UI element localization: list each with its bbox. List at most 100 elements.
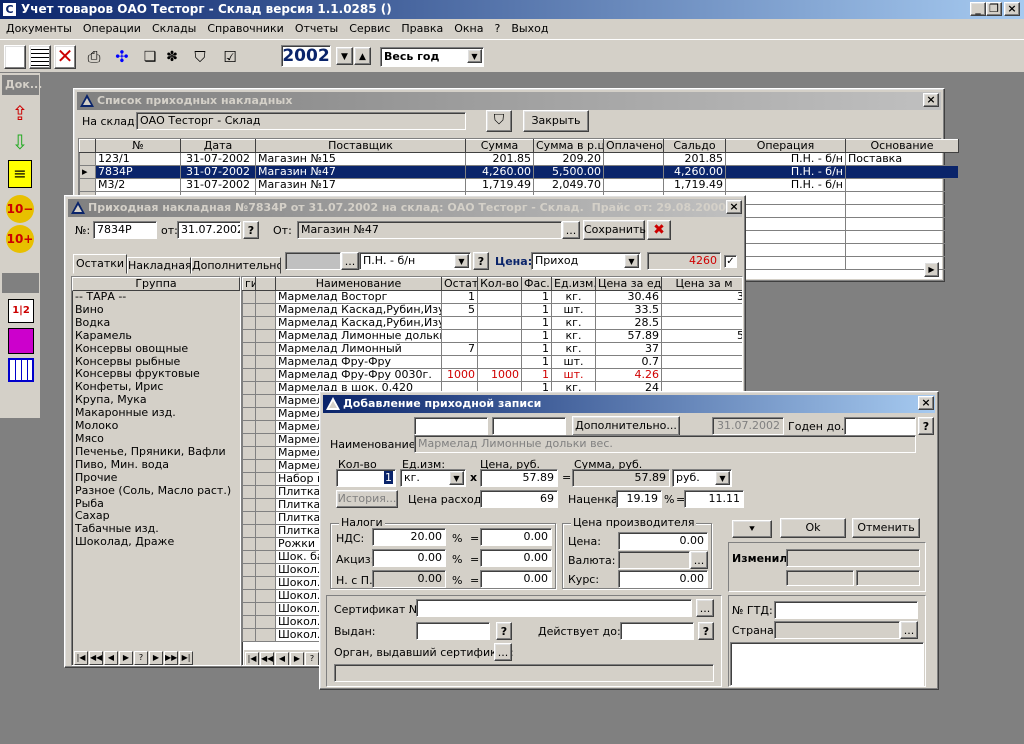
price-type-select[interactable]: Приход ▼ <box>531 252 641 270</box>
list-item[interactable]: -- ТАРА -- <box>75 290 240 304</box>
menu-item-6[interactable]: Правка <box>401 22 443 35</box>
close-app-button[interactable]: × <box>1004 2 1020 16</box>
chevron-down-icon[interactable]: ▼ <box>449 471 464 485</box>
save-button[interactable]: Сохранить <box>583 220 646 240</box>
blank-browse-button[interactable]: ... <box>341 252 359 270</box>
incoming-icon[interactable]: ⇪ <box>6 101 34 127</box>
calendar-icon[interactable] <box>8 358 34 382</box>
column-header[interactable]: Цена за ед. <box>595 277 662 291</box>
nav-button-icon[interactable]: ◀ <box>275 652 289 665</box>
ok-button[interactable]: Ok <box>780 518 846 538</box>
app-icon[interactable]: C <box>2 2 17 17</box>
year-field[interactable]: 2002 <box>281 45 331 67</box>
filter-icon[interactable]: ⛉ <box>190 48 210 66</box>
organ-browse-button[interactable]: ... <box>494 643 512 661</box>
nav-button-icon[interactable]: ◀◀ <box>260 652 274 665</box>
close-icon[interactable]: × <box>918 396 934 410</box>
column-header[interactable]: Дата <box>180 139 256 153</box>
table-row[interactable]: М3/2 31-07-2002 Магазин №17 1,719.49 2,049.7… <box>79 178 959 192</box>
rate-field[interactable]: 0.00 <box>618 570 708 588</box>
warehouse-field[interactable]: ОАО Тесторг - Склад <box>136 112 466 130</box>
list-item[interactable]: Мясо <box>75 432 240 446</box>
column-header[interactable]: ги <box>242 277 256 291</box>
cert-field[interactable] <box>416 599 692 617</box>
copy-icon[interactable]: ❏ <box>140 48 160 66</box>
expand-button[interactable]: ⯆ <box>732 520 772 538</box>
outgoing-icon[interactable]: ⇩ <box>6 130 34 156</box>
valid-until-field[interactable] <box>844 417 916 435</box>
column-header[interactable]: № <box>95 139 181 153</box>
invoice-date-field[interactable]: 31.07.2002 <box>177 221 241 239</box>
menu-item-3[interactable]: Справочники <box>207 22 283 35</box>
nav-button-icon[interactable]: ▶ <box>290 652 304 665</box>
table-row[interactable]: Мармелад Восторг11кг.30.463 <box>242 290 742 304</box>
table-row[interactable]: Мармелад Каскад,Рубин,Изумруд 1кг.28.5 <box>242 316 742 330</box>
notes-field[interactable] <box>730 642 924 686</box>
table-row[interactable]: ▸ 7834Р 31-07-2002 Магазин №47 4,260.00 5,500… <box>79 165 959 179</box>
nav-button-icon[interactable]: ▶| <box>179 651 193 665</box>
currency-select[interactable]: руб. ▼ <box>672 469 732 487</box>
coins-minus-icon[interactable]: 10− <box>6 195 34 223</box>
list-item[interactable]: Пиво, Мин. вода <box>75 458 240 472</box>
more-button[interactable]: Дополнительно... <box>572 416 680 436</box>
menu-item-0[interactable]: Документы <box>6 22 72 35</box>
list-item[interactable]: Печенье, Пряники, Вафли <box>75 445 240 459</box>
total-checkbox[interactable]: ✓ <box>724 255 737 268</box>
operation-select[interactable]: П.Н. - б/н ▼ <box>359 252 471 270</box>
nav-button-icon[interactable]: |◀ <box>245 652 259 665</box>
issued-help-button[interactable]: ? <box>496 622 512 640</box>
cert-valid-until-field[interactable] <box>620 622 694 640</box>
list-item[interactable]: Карамель <box>75 329 240 343</box>
close-icon[interactable]: × <box>923 93 939 107</box>
cancel-invoice-icon[interactable]: ✖ <box>647 220 671 240</box>
table-row[interactable]: Мармелад Фру-Фру 1 шт. 0.7 <box>242 355 742 369</box>
code-field-1[interactable] <box>414 417 488 435</box>
cert-browse-button[interactable]: ... <box>696 599 714 617</box>
price-field[interactable]: 57.89 <box>480 469 558 487</box>
list-item[interactable]: Водка <box>75 316 240 330</box>
list-item[interactable]: Прочие <box>75 471 240 485</box>
excise-field[interactable]: 0.00 <box>372 549 446 567</box>
unit-select[interactable]: кг. ▼ <box>400 469 466 487</box>
chevron-down-icon[interactable]: ▼ <box>454 254 469 268</box>
book-icon[interactable] <box>8 328 34 354</box>
organ-field[interactable] <box>334 664 714 682</box>
year-up-button[interactable]: ▲ <box>354 47 371 65</box>
delete-doc-icon[interactable]: ✕ <box>54 45 76 69</box>
list-item[interactable]: Вино <box>75 303 240 317</box>
menu-item-9[interactable]: Выход <box>511 22 548 35</box>
menu-item-4[interactable]: Отчеты <box>295 22 338 35</box>
restore-button[interactable]: ❐ <box>986 2 1002 16</box>
column-header[interactable]: Поставщик <box>255 139 466 153</box>
period-select[interactable]: Весь год ▼ <box>380 47 484 67</box>
menu-item-2[interactable]: Склады <box>152 22 196 35</box>
scroll-right-button[interactable]: ▶ <box>924 262 939 277</box>
markup-field[interactable]: 19.19 <box>616 490 662 508</box>
column-header[interactable]: Наименование <box>275 277 442 291</box>
country-browse-button[interactable]: ... <box>900 621 918 639</box>
column-header[interactable]: Сумма <box>465 139 534 153</box>
close-list-button[interactable]: Закрыть <box>523 110 589 132</box>
network-icon[interactable]: ✣ <box>112 48 132 66</box>
new-doc-icon[interactable] <box>4 45 26 69</box>
table-row[interactable]: Мармелад Фру-Фру 0030г. 1000 1000 1 шт. 4.26 <box>242 368 742 382</box>
menu-item-8[interactable]: ? <box>495 22 501 35</box>
prod-price-field[interactable]: 0.00 <box>618 532 708 550</box>
history-button[interactable]: История... <box>336 490 398 508</box>
coins-plus-icon[interactable]: 10+ <box>6 225 34 253</box>
valid-help-button[interactable]: ? <box>918 417 934 435</box>
supplier-field[interactable]: Магазин №47 <box>297 221 562 239</box>
table-row[interactable]: 123/1 31-07-2002 Магазин №15 201.85 209.20 20… <box>79 152 959 166</box>
nds-sum-field[interactable]: 0.00 <box>480 528 552 546</box>
nav-button-icon[interactable]: ▶ <box>119 651 133 665</box>
gtd-field[interactable] <box>774 601 918 619</box>
table-row[interactable]: Мармелад Лимонные дольки вес. 1кг.57.895 <box>242 329 742 343</box>
menu-item-1[interactable]: Операции <box>83 22 141 35</box>
nav-button-icon[interactable]: ▶ <box>149 651 163 665</box>
column-header[interactable]: Сумма в р.ц. <box>533 139 604 153</box>
column-header[interactable] <box>255 277 276 291</box>
nav-button-icon[interactable]: ▶▶ <box>164 651 178 665</box>
qty-field[interactable]: 1 <box>336 469 396 487</box>
minimize-button[interactable]: _ <box>970 2 986 16</box>
cert-valid-help-button[interactable]: ? <box>698 622 714 640</box>
